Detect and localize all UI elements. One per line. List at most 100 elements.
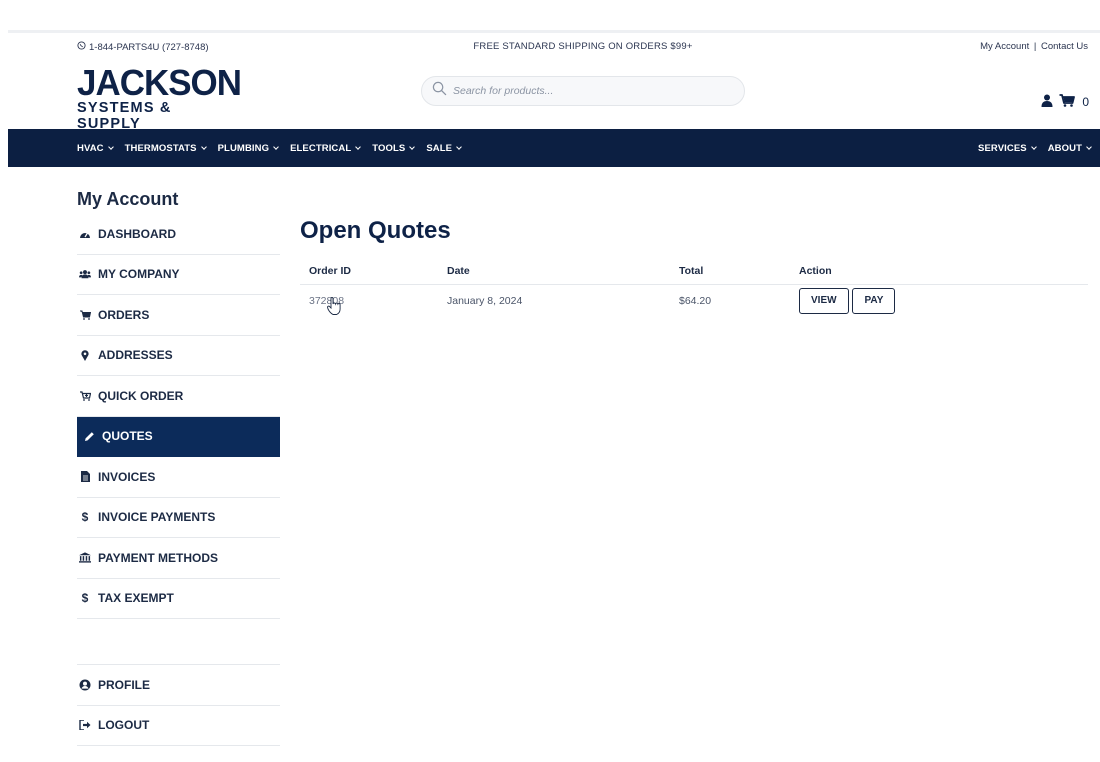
table-row: 372808 January 8, 2024 $64.20 VIEW PAY xyxy=(300,284,1088,318)
pay-button[interactable]: PAY xyxy=(852,288,896,315)
sidebar-item-label: DASHBOARD xyxy=(98,226,176,241)
chevron-down-icon xyxy=(273,144,279,150)
chevron-down-icon xyxy=(355,144,362,150)
col-total: Total xyxy=(670,258,790,285)
nav-right: SERVICES ABOUT xyxy=(978,129,1092,167)
action-cell: VIEW PAY xyxy=(790,284,1088,318)
chevron-down-icon xyxy=(409,144,416,150)
shipping-banner: FREE STANDARD SHIPPING ON ORDERS $99+ xyxy=(473,41,693,52)
file-invoice-icon xyxy=(79,471,91,483)
date-cell: January 8, 2024 xyxy=(447,295,523,308)
logout-icon xyxy=(79,720,91,731)
my-account-link[interactable]: My Account xyxy=(980,41,1029,52)
sidebar-item-tax-exempt[interactable]: $ TAX EXEMPT xyxy=(77,579,280,619)
dollar-icon: $ xyxy=(81,591,89,606)
nav-electrical[interactable]: ELECTRICAL xyxy=(290,142,362,154)
col-action: Action xyxy=(790,258,1088,285)
nav-label: THERMOSTATS xyxy=(124,142,197,154)
utility-bar: 1-844-PARTS4U (727-8748) FREE STANDARD S… xyxy=(0,38,1100,56)
map-pin-icon xyxy=(79,349,91,361)
cart-plus-icon xyxy=(79,391,91,401)
sidebar-item-my-company[interactable]: MY COMPANY xyxy=(77,255,280,295)
nav-label: PLUMBING xyxy=(217,142,270,154)
account-icon[interactable] xyxy=(1041,94,1053,110)
col-order-id: Order ID xyxy=(300,258,438,285)
sidebar-item-logout[interactable]: LOGOUT xyxy=(77,706,280,746)
sidebar-item-label: INVOICE PAYMENTS xyxy=(98,510,216,525)
sidebar-item-quotes[interactable]: QUOTES xyxy=(77,416,280,457)
sidebar-item-quick-order[interactable]: QUICK ORDER xyxy=(77,376,280,417)
total-cell: $64.20 xyxy=(679,295,712,308)
nav-label: TOOLS xyxy=(372,142,406,154)
order-id-cell: 372808 xyxy=(300,284,438,318)
contact-us-link[interactable]: Contact Us xyxy=(1041,41,1088,52)
top-strip xyxy=(8,30,1100,33)
utility-links: My Account | Contact Us xyxy=(980,41,1088,52)
chevron-down-icon xyxy=(200,144,207,150)
bank-icon xyxy=(79,552,91,563)
site-logo[interactable]: JACKSON SYSTEMS & SUPPLY xyxy=(77,62,242,133)
cart-count: 0 xyxy=(1082,95,1089,109)
chevron-down-icon xyxy=(456,144,462,150)
separator: | xyxy=(1033,41,1037,52)
sidebar-item-profile[interactable]: PROFILE xyxy=(77,665,280,706)
nav-tools[interactable]: TOOLS xyxy=(372,142,416,154)
chevron-down-icon xyxy=(1030,144,1037,150)
view-button[interactable]: VIEW xyxy=(799,288,849,315)
table-header-row: Order ID Date Total Action xyxy=(300,258,1088,285)
nav-label: SALE xyxy=(426,142,453,154)
cart-icon xyxy=(79,310,91,320)
sidebar-item-label: TAX EXEMPT xyxy=(98,591,174,606)
search-input[interactable] xyxy=(453,85,723,97)
nav-plumbing[interactable]: PLUMBING xyxy=(217,142,279,154)
sidebar-item-label: PROFILE xyxy=(98,677,151,692)
sidebar-item-invoice-payments[interactable]: $ INVOICE PAYMENTS xyxy=(77,498,280,538)
sidebar-item-invoices[interactable]: INVOICES xyxy=(77,457,280,498)
nav-label: ELECTRICAL xyxy=(290,142,352,154)
cart-icon[interactable] xyxy=(1059,94,1076,110)
sidebar-item-label: MY COMPANY xyxy=(98,267,180,282)
sidebar-item-label: ORDERS xyxy=(98,307,150,322)
nav-label: HVAC xyxy=(77,142,104,154)
users-icon xyxy=(79,269,91,279)
sidebar-item-addresses[interactable]: ADDRESSES xyxy=(77,336,280,376)
user-circle-icon xyxy=(79,679,91,691)
search-icon[interactable] xyxy=(432,81,447,101)
main-nav: HVAC THERMOSTATS PLUMBING ELECTRICAL TOO… xyxy=(8,129,1100,167)
nav-hvac[interactable]: HVAC xyxy=(77,142,114,154)
quotes-table: Order ID Date Total Action 372808 Januar… xyxy=(300,258,1088,318)
logo-wordmark: JACKSON xyxy=(77,62,242,103)
sidebar-spacer xyxy=(77,619,280,665)
page-title: Open Quotes xyxy=(300,217,451,244)
chevron-down-icon xyxy=(107,144,114,150)
sidebar-item-dashboard[interactable]: DASHBOARD xyxy=(77,214,280,255)
logo-tagline: SYSTEMS & SUPPLY xyxy=(77,100,172,132)
sidebar-item-payment-methods[interactable]: PAYMENT METHODS xyxy=(77,538,280,579)
account-sidebar: My Account DASHBOARD MY COMPANY ORDERS A… xyxy=(77,186,280,746)
sidebar-item-label: QUOTES xyxy=(102,429,153,444)
col-date: Date xyxy=(438,258,670,285)
site-header: JACKSON SYSTEMS & SUPPLY 0 xyxy=(0,60,1100,133)
dashboard-icon xyxy=(79,229,91,239)
header-icons: 0 xyxy=(1041,94,1089,110)
nav-label: SERVICES xyxy=(978,142,1027,154)
nav-label: ABOUT xyxy=(1047,142,1082,154)
sidebar-item-label: ADDRESSES xyxy=(98,348,173,363)
chevron-down-icon xyxy=(1086,144,1092,150)
hand-cursor-icon xyxy=(327,297,341,320)
nav-sale[interactable]: SALE xyxy=(426,142,462,154)
main-content: Open Quotes Order ID Date Total Action 3… xyxy=(300,216,1090,318)
sidebar-item-label: INVOICES xyxy=(98,469,156,484)
sidebar-title: My Account xyxy=(77,189,179,209)
pencil-icon xyxy=(83,431,95,442)
nav-left: HVAC THERMOSTATS PLUMBING ELECTRICAL TOO… xyxy=(77,129,462,167)
nav-services[interactable]: SERVICES xyxy=(978,142,1037,154)
sidebar-item-orders[interactable]: ORDERS xyxy=(77,295,280,336)
sidebar-item-label: PAYMENT METHODS xyxy=(98,550,219,565)
nav-thermostats[interactable]: THERMOSTATS xyxy=(124,142,207,154)
search-bar[interactable] xyxy=(421,76,745,106)
nav-about[interactable]: ABOUT xyxy=(1047,142,1092,154)
sidebar-item-label: LOGOUT xyxy=(98,718,150,733)
sidebar-item-label: QUICK ORDER xyxy=(98,388,184,403)
dollar-icon: $ xyxy=(81,510,89,525)
